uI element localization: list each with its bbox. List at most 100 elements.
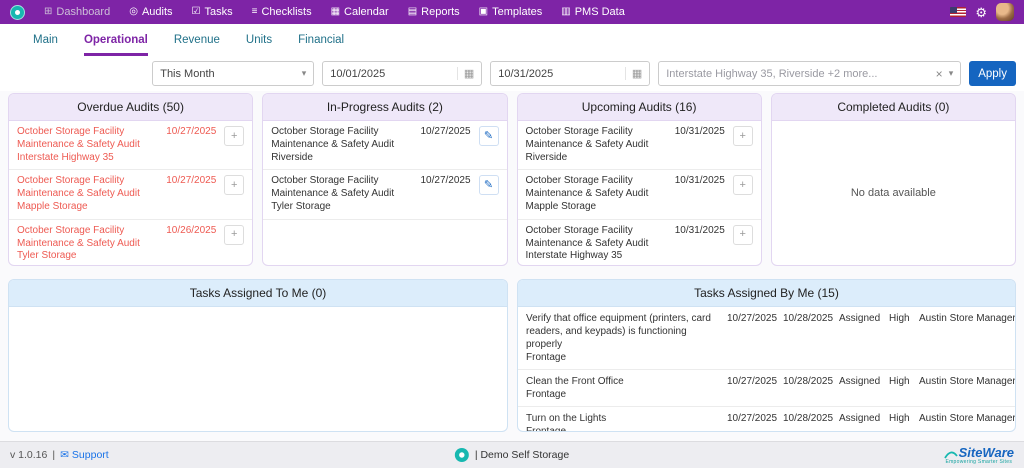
audit-title: October Storage Facility Maintenance & S…: [526, 126, 669, 152]
audit-title: October Storage Facility Maintenance & S…: [17, 225, 160, 251]
audit-date: 10/31/2025: [675, 126, 727, 164]
calendar-picker-icon[interactable]: ▦: [457, 67, 474, 80]
location-multiselect[interactable]: Interstate Highway 35, Riverside +2 more…: [658, 61, 961, 86]
nav-item-pms-data[interactable]: ▥ PMS Data: [561, 6, 625, 18]
app-logo-icon: [10, 5, 25, 20]
empty-state-text: No data available: [772, 121, 1015, 265]
nav-item-calendar[interactable]: ▦ Calendar: [331, 6, 389, 18]
top-navbar: ⊞ Dashboard ◎ Audits ☑ Tasks ≡ Checklist…: [0, 0, 1024, 24]
nav-item-audits[interactable]: ◎ Audits: [129, 6, 172, 18]
audit-date: 10/27/2025: [166, 175, 218, 213]
tab-revenue[interactable]: Revenue: [174, 24, 220, 56]
audit-date: 10/31/2025: [675, 225, 727, 263]
task-start-date: 10/27/2025: [727, 412, 778, 431]
tasks-assigned-to-me-card: Tasks Assigned To Me (0): [8, 279, 508, 432]
nav-item-dashboard[interactable]: ⊞ Dashboard: [44, 6, 110, 18]
assign-audit-button[interactable]: +: [733, 225, 753, 245]
chevron-down-icon: ▾: [302, 68, 307, 79]
card-title: Completed Audits (0): [772, 94, 1015, 121]
audit-list-item: October Storage Facility Maintenance & S…: [9, 121, 252, 170]
nav-item-reports[interactable]: ▤ Reports: [408, 6, 460, 18]
task-title: Verify that office equipment (printers, …: [526, 312, 722, 351]
user-avatar[interactable]: [996, 3, 1014, 21]
footer-divider: |: [52, 449, 55, 461]
company-logo-icon: [455, 448, 469, 462]
period-select[interactable]: This Month ▾: [152, 61, 314, 86]
task-due-date: 10/28/2025: [783, 412, 834, 431]
settings-gear-icon[interactable]: ⚙: [975, 6, 987, 19]
audit-location: Riverside: [271, 152, 414, 165]
support-link-label: Support: [72, 449, 109, 461]
overdue-audits-card: Overdue Audits (50) October Storage Faci…: [8, 93, 253, 266]
audit-location: Tyler Storage: [17, 250, 160, 263]
task-status: Assigned: [839, 312, 884, 364]
audit-list-item: October Storage Facility Maintenance & S…: [518, 121, 761, 170]
siteware-swoosh-icon: [944, 451, 958, 459]
in-progress-audits-list: October Storage Facility Maintenance & S…: [263, 121, 506, 265]
tasks-by-me-list: Verify that office equipment (printers, …: [518, 307, 1015, 431]
assign-audit-button[interactable]: +: [224, 225, 244, 245]
dashboard-main: Overdue Audits (50) October Storage Faci…: [0, 91, 1024, 432]
nav-label: Tasks: [205, 6, 233, 18]
siteware-logo-text: SiteWare: [959, 446, 1014, 459]
nav-item-checklists[interactable]: ≡ Checklists: [252, 6, 312, 18]
assign-audit-button[interactable]: +: [224, 126, 244, 146]
pencil-icon: ✎: [484, 130, 493, 142]
task-row[interactable]: Clean the Front Office Frontage 10/27/20…: [518, 370, 1015, 407]
assign-audit-button[interactable]: +: [224, 175, 244, 195]
card-title: In-Progress Audits (2): [263, 94, 506, 121]
footer: v 1.0.16 | ✉ Support | Demo Self Storage…: [0, 441, 1024, 468]
audit-title: October Storage Facility Maintenance & S…: [271, 126, 414, 152]
audit-location: Interstate Highway 35: [17, 152, 160, 165]
nav-item-tasks[interactable]: ☑ Tasks: [192, 6, 233, 18]
audit-list-item: October Storage Facility Maintenance & S…: [518, 170, 761, 219]
location-multiselect-value: Interstate Highway 35, Riverside +2 more…: [666, 68, 877, 80]
in-progress-audits-card: In-Progress Audits (2) October Storage F…: [262, 93, 507, 266]
edit-audit-button[interactable]: ✎: [479, 175, 499, 195]
assign-audit-button[interactable]: +: [733, 175, 753, 195]
task-priority: High: [889, 375, 914, 401]
nav-label: Reports: [421, 6, 460, 18]
audit-list-item: October Storage Facility Maintenance & S…: [9, 170, 252, 219]
end-date-input[interactable]: [498, 68, 610, 80]
calendar-picker-icon[interactable]: ▦: [625, 67, 642, 80]
task-row[interactable]: Verify that office equipment (printers, …: [518, 307, 1015, 370]
task-assignee: Austin Store Manager: [919, 375, 1015, 401]
card-title: Upcoming Audits (16): [518, 94, 761, 121]
completed-audits-card: Completed Audits (0) No data available: [771, 93, 1016, 266]
mail-icon: ✉: [60, 449, 69, 461]
dashboard-tabs: Main Operational Revenue Units Financial: [0, 24, 1024, 56]
upcoming-audits-list: October Storage Facility Maintenance & S…: [518, 121, 761, 265]
filter-bar: This Month ▾ ▦ ▦ Interstate Highway 35, …: [0, 56, 1024, 91]
task-assignee: Austin Store Manager: [919, 412, 1015, 431]
nav-label: Audits: [142, 6, 173, 18]
task-priority: High: [889, 312, 914, 364]
tab-operational[interactable]: Operational: [84, 24, 148, 56]
audit-list-item: October Storage Facility Maintenance & S…: [263, 121, 506, 170]
audit-location: Riverside: [526, 152, 669, 165]
card-title: Overdue Audits (50): [9, 94, 252, 121]
audit-title: October Storage Facility Maintenance & S…: [17, 175, 160, 201]
tab-main[interactable]: Main: [33, 24, 58, 56]
pms-data-icon: ▥: [561, 7, 570, 17]
nav-item-templates[interactable]: ▣ Templates: [479, 6, 543, 18]
edit-audit-button[interactable]: ✎: [479, 126, 499, 146]
support-link[interactable]: ✉ Support: [60, 449, 109, 461]
dashboard-icon: ⊞: [44, 7, 52, 17]
start-date-input[interactable]: [330, 68, 442, 80]
nav-label: Dashboard: [56, 6, 110, 18]
overdue-audits-list: October Storage Facility Maintenance & S…: [9, 121, 252, 265]
language-flag-icon[interactable]: [950, 7, 966, 17]
audit-title: October Storage Facility Maintenance & S…: [526, 175, 669, 201]
siteware-tagline: Empowering Smarter Sites: [945, 460, 1012, 465]
apply-button[interactable]: Apply: [969, 61, 1016, 86]
tab-units[interactable]: Units: [246, 24, 272, 56]
task-status: Assigned: [839, 412, 884, 431]
tab-financial[interactable]: Financial: [298, 24, 344, 56]
clear-selection-icon[interactable]: ×: [936, 67, 943, 81]
reports-icon: ▤: [408, 7, 417, 17]
audit-date: 10/26/2025: [166, 225, 218, 263]
task-row[interactable]: Turn on the Lights Frontage 10/27/2025 1…: [518, 407, 1015, 431]
assign-audit-button[interactable]: +: [733, 126, 753, 146]
task-start-date: 10/27/2025: [727, 375, 778, 401]
